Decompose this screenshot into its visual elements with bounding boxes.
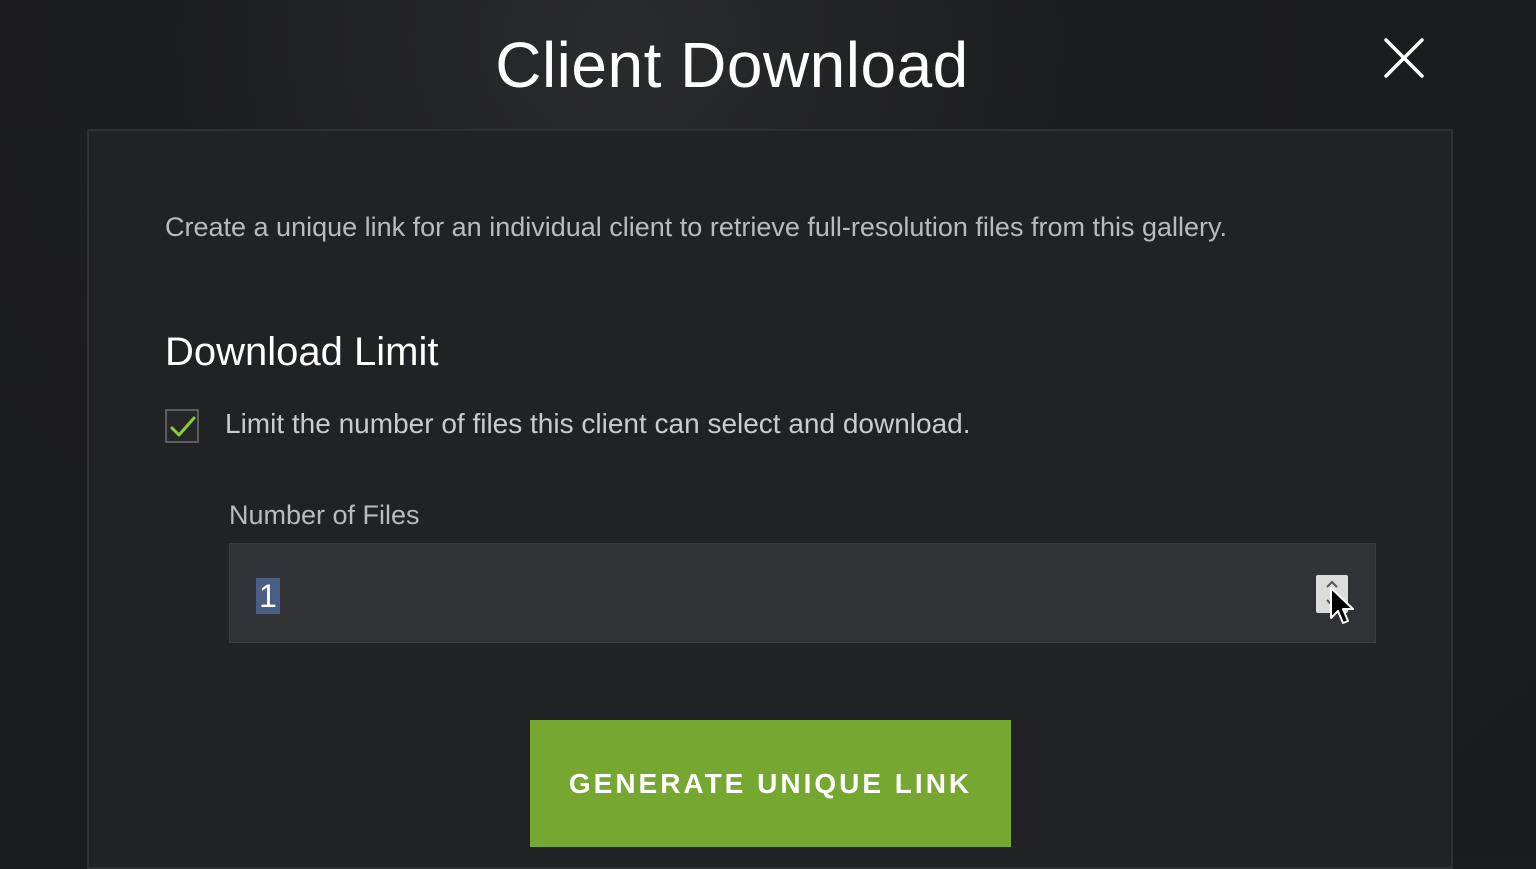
modal-description: Create a unique link for an individual c… bbox=[165, 212, 1228, 242]
number-of-files-label: Number of Files bbox=[229, 500, 420, 530]
limit-files-label[interactable]: Limit the number of files this client ca… bbox=[225, 408, 971, 440]
close-button[interactable] bbox=[1380, 34, 1428, 82]
selected-value: 1 bbox=[256, 578, 280, 614]
mouse-cursor-icon bbox=[1330, 587, 1354, 624]
download-limit-heading: Download Limit bbox=[165, 330, 439, 374]
checkmark-icon bbox=[170, 416, 196, 437]
limit-files-checkbox[interactable] bbox=[165, 409, 199, 443]
close-icon bbox=[1384, 38, 1424, 78]
generate-unique-link-button[interactable]: GENERATE UNIQUE LINK bbox=[530, 720, 1011, 847]
number-of-files-field[interactable]: 1 bbox=[229, 543, 1376, 643]
modal-title: Client Download bbox=[495, 29, 969, 101]
number-of-files-input[interactable] bbox=[230, 544, 1290, 642]
